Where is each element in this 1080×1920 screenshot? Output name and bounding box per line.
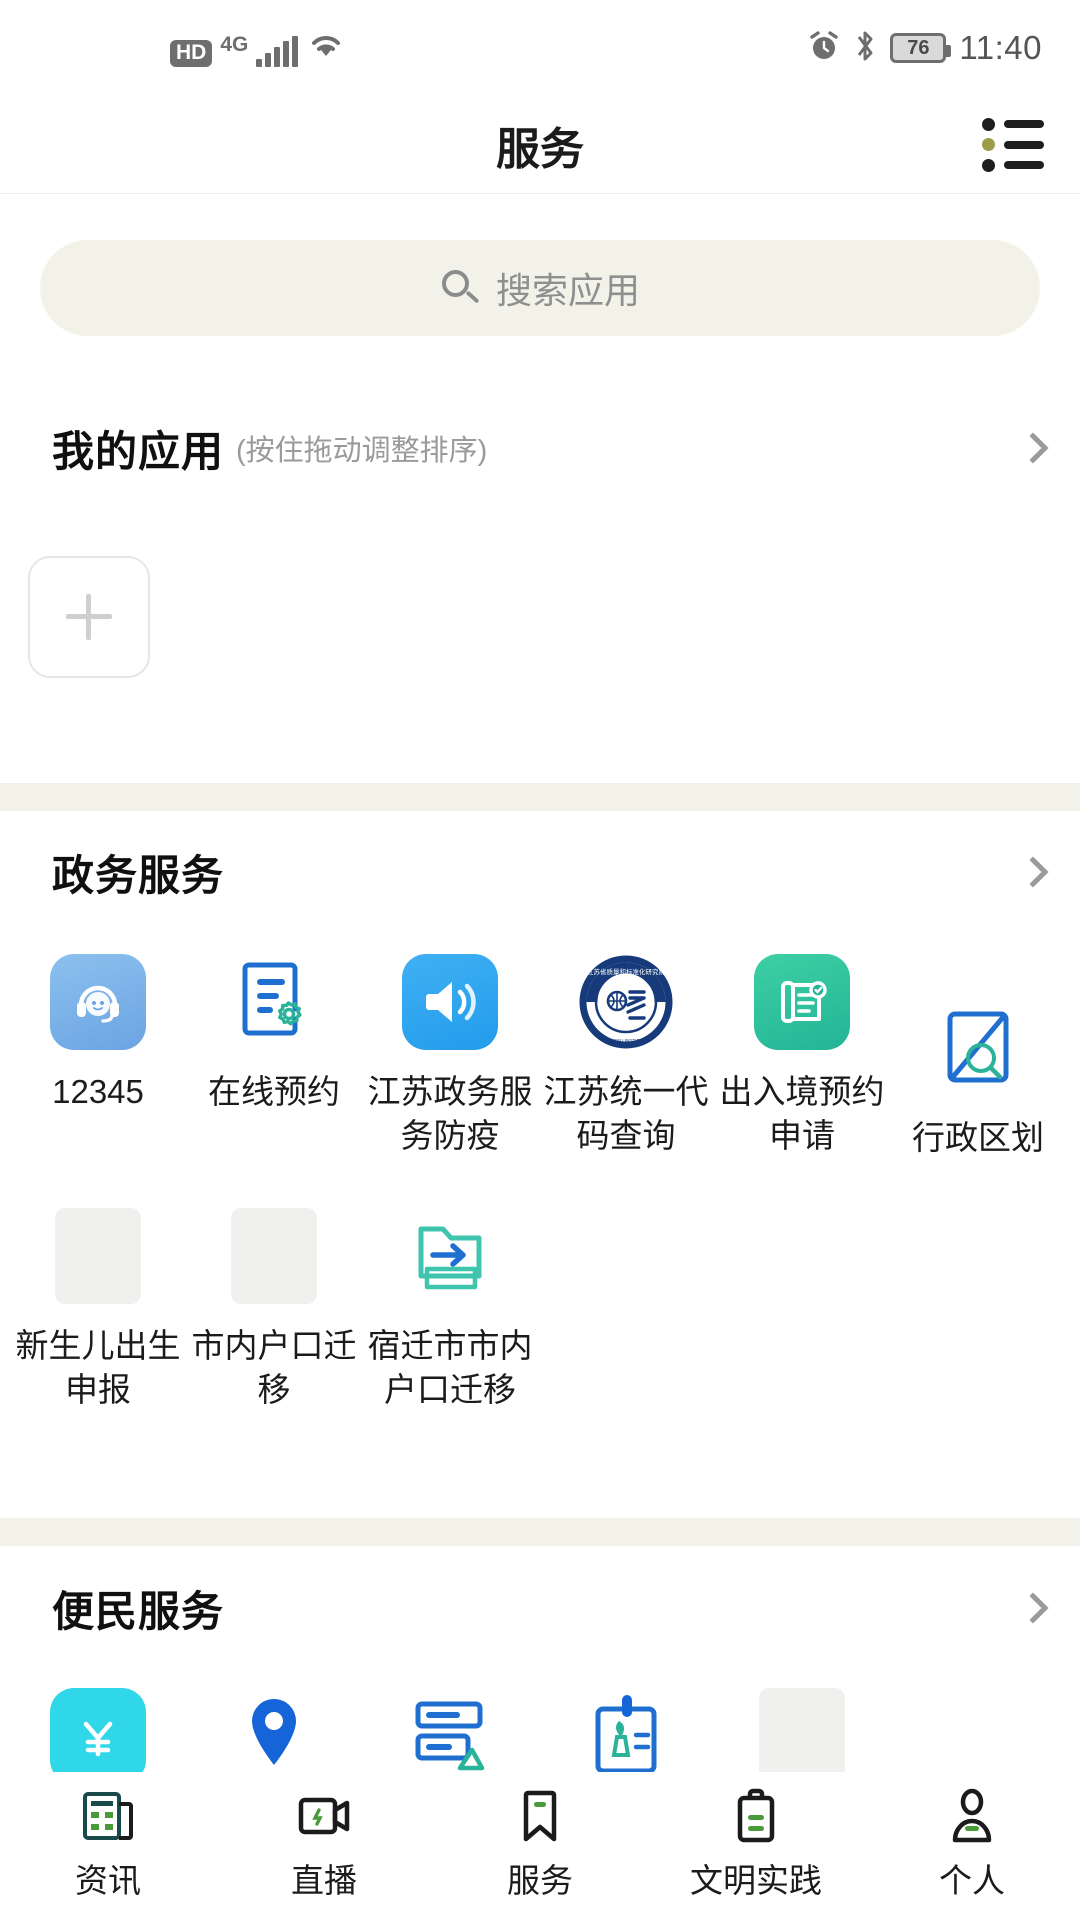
- app-tile-exit-entry-appointment[interactable]: 出入境预约申请: [714, 952, 890, 1160]
- app-tile-12345[interactable]: 12345: [10, 952, 186, 1160]
- menu-row-1: [982, 117, 1044, 131]
- placeholder-icon: [48, 1206, 148, 1306]
- video-camera-icon: [294, 1786, 354, 1846]
- search-placeholder: 搜索应用: [495, 270, 640, 311]
- official-seal-badge-icon: 江苏省质量和标准化研究院 JIANGSU INSTITUTE: [576, 952, 676, 1052]
- folder-arrow-icon: [400, 1206, 500, 1306]
- tab-news[interactable]: 资讯: [0, 1786, 216, 1902]
- status-bar: HD 4G 76 11:40: [0, 0, 1080, 96]
- app-label: 行政区划: [912, 1119, 1044, 1156]
- person-icon: [942, 1786, 1002, 1846]
- placeholder-icon: [752, 1686, 852, 1786]
- menu-dot-accent: [982, 138, 995, 151]
- tab-label: 个人: [939, 1862, 1005, 1899]
- placeholder-icon: [224, 1206, 324, 1306]
- menu-line: [1004, 161, 1044, 169]
- tab-label: 服务: [507, 1862, 573, 1899]
- app-label: 市内户口迁移: [191, 1327, 357, 1408]
- app-label: 江苏政务服务防疫: [367, 1073, 533, 1154]
- section-header-convenience[interactable]: 便民服务: [52, 1578, 1049, 1638]
- signal-bars-icon: [256, 36, 299, 67]
- wifi-icon: [306, 29, 346, 66]
- newspaper-icon: [78, 1786, 138, 1846]
- search-input[interactable]: 搜索应用: [40, 240, 1040, 336]
- chevron-right-icon[interactable]: [1017, 856, 1049, 888]
- section-divider-band: [0, 783, 1080, 811]
- app-label: 出入境预约申请: [719, 1073, 885, 1154]
- menu-line: [1004, 120, 1044, 128]
- chevron-right-icon[interactable]: [1017, 1592, 1049, 1624]
- clipboard-plant-icon: [576, 1686, 676, 1786]
- battery-icon: 76: [890, 33, 952, 63]
- section-header-government[interactable]: 政务服务: [52, 842, 1049, 902]
- my-apps-header[interactable]: 我的应用 (按住拖动调整排序): [52, 418, 1049, 478]
- hd-icon: HD: [170, 40, 213, 67]
- menu-line: [1004, 140, 1044, 149]
- my-apps-title: 我的应用: [52, 427, 225, 475]
- app-screen: HD 4G 76 11:40 服务 搜索应用 我的应用 (按住拖动调整排序) 政…: [0, 0, 1080, 1920]
- title-bar: 服务: [0, 96, 1080, 194]
- app-label: 新生儿出生申报: [15, 1327, 181, 1408]
- bluetooth-icon: [853, 29, 877, 68]
- bookmark-icon: [510, 1786, 570, 1846]
- section-title: 便民服务: [52, 1587, 225, 1635]
- clipboard-icon: [726, 1786, 786, 1846]
- list-menu-icon[interactable]: [982, 117, 1044, 172]
- my-apps-subtitle: (按住拖动调整排序): [236, 435, 488, 467]
- app-tile-newborn-registration[interactable]: 新生儿出生申报: [10, 1206, 186, 1412]
- svg-text:JIANGSU INSTITUTE: JIANGSU INSTITUTE: [604, 1038, 649, 1043]
- clock-label: 11:40: [959, 29, 1042, 66]
- battery-level-label: 76: [907, 36, 930, 59]
- svg-text:江苏省质量和标准化研究院: 江苏省质量和标准化研究院: [587, 967, 666, 976]
- status-bar-right: 76 11:40: [808, 29, 1042, 68]
- menu-dot: [982, 158, 995, 172]
- location-pin-icon: [224, 1686, 324, 1786]
- app-tile-online-appointment[interactable]: 在线预约: [186, 952, 362, 1160]
- plus-icon: [66, 594, 112, 640]
- map-region-search-icon: [928, 998, 1028, 1098]
- app-tile-administrative-division[interactable]: 行政区划: [890, 998, 1066, 1160]
- tab-profile[interactable]: 个人: [864, 1786, 1080, 1902]
- app-tile-jiangsu-epidemic[interactable]: 江苏政务服务防疫: [362, 952, 538, 1160]
- headset-operator-icon: [48, 952, 148, 1052]
- scroll-document-icon: [752, 952, 852, 1052]
- section-divider-band: [0, 1518, 1080, 1546]
- menu-row-3: [982, 158, 1044, 172]
- yuan-money-icon: [48, 1686, 148, 1786]
- document-gear-icon: [224, 952, 324, 1052]
- search-container[interactable]: 搜索应用: [40, 240, 1040, 336]
- app-label: 12345: [52, 1073, 144, 1110]
- document-lines-icon: [400, 1686, 500, 1786]
- app-label: 在线预约: [208, 1073, 340, 1110]
- tab-services[interactable]: 服务: [432, 1786, 648, 1902]
- app-label: 江苏统一代码查询: [543, 1073, 709, 1154]
- app-label: 宿迁市市内户口迁移: [367, 1327, 533, 1408]
- app-tile-intracity-hukou-move[interactable]: 市内户口迁移: [186, 1206, 362, 1412]
- bottom-tab-bar: 资讯 直播 服务 文明实践 个人: [0, 1772, 1080, 1920]
- add-app-button[interactable]: [28, 556, 150, 678]
- tab-label: 文明实践: [690, 1862, 822, 1899]
- status-bar-left: HD 4G: [170, 29, 346, 67]
- speaker-announce-icon: [400, 952, 500, 1052]
- app-tile-suqian-hukou-move[interactable]: 宿迁市市内户口迁移: [362, 1206, 538, 1412]
- tab-civilization-practice[interactable]: 文明实践: [648, 1786, 864, 1902]
- app-tile-unified-code-query[interactable]: 江苏省质量和标准化研究院 JIANGSU INSTITUTE 江苏统一代码查询: [538, 952, 714, 1160]
- chevron-right-icon[interactable]: [1017, 432, 1049, 464]
- section-title: 政务服务: [52, 851, 225, 899]
- tab-label: 资讯: [75, 1862, 141, 1899]
- menu-dot: [982, 117, 995, 131]
- network-type-label: 4G: [220, 33, 249, 56]
- tab-label: 直播: [291, 1862, 357, 1899]
- search-icon: [440, 268, 480, 308]
- page-title: 服务: [496, 124, 584, 174]
- government-services-grid: 12345 在线预约 江苏政务服务防疫 江苏省质量和标准化研究院 JIANGSU…: [0, 952, 1080, 1412]
- alarm-clock-icon: [808, 30, 840, 67]
- menu-row-2: [982, 138, 1044, 151]
- tab-live[interactable]: 直播: [216, 1786, 432, 1902]
